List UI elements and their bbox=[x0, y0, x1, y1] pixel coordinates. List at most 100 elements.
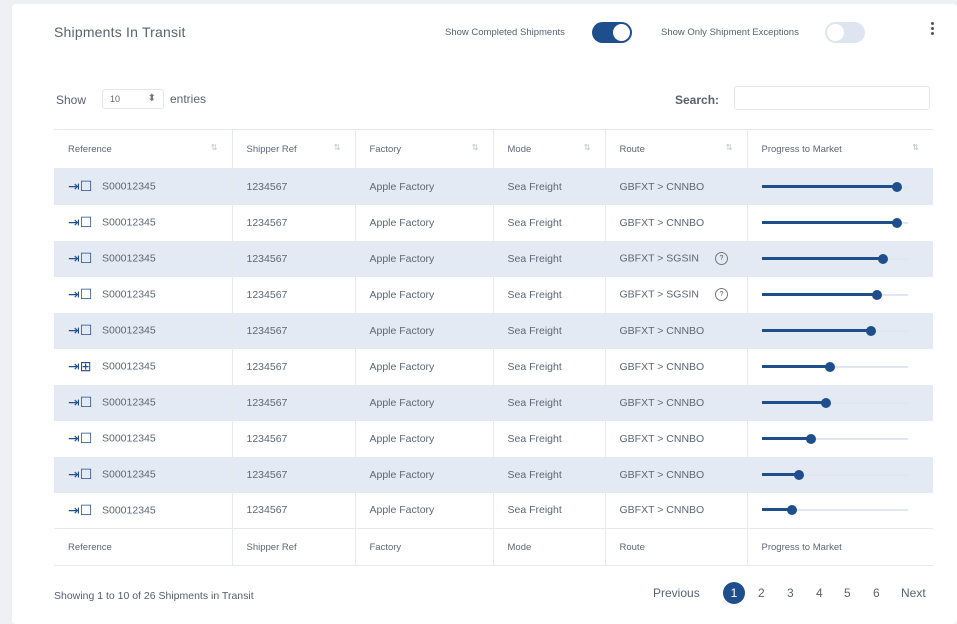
box-arrow-icon[interactable]: ⇥☐ bbox=[68, 466, 94, 483]
sort-icon: ⇅ bbox=[471, 143, 479, 152]
cell-shipper-ref: 1234567 bbox=[232, 204, 356, 241]
box-arrow-icon[interactable]: ⇥☐ bbox=[68, 178, 94, 195]
cell-mode: Sea Freight bbox=[493, 204, 606, 241]
page-title: Shipments In Transit bbox=[54, 24, 186, 40]
progress-fill bbox=[761, 436, 812, 440]
table-row[interactable]: ⇥☐ S00012345 1234567 Apple Factory Sea Freig… bbox=[54, 276, 933, 313]
cell-mode: Sea Freight bbox=[493, 456, 606, 493]
col-header-progress[interactable]: Progress to Market ⇅ bbox=[747, 129, 933, 169]
shipments-table: Reference ⇅ Shipper Ref ⇅ Factory ⇅ Mode ⇅ R… bbox=[54, 129, 933, 566]
col-header-reference[interactable]: Reference ⇅ bbox=[54, 129, 233, 169]
reference-text: S00012345 bbox=[102, 324, 156, 337]
footer-route: Route bbox=[605, 528, 748, 566]
cell-shipper-ref: 1234567 bbox=[232, 456, 356, 493]
cell-reference[interactable]: ⇥☐ S00012345 bbox=[54, 384, 233, 421]
route-text: GBFXT > CNNBO bbox=[619, 468, 705, 481]
question-icon[interactable]: ? bbox=[714, 252, 728, 265]
progress-marker bbox=[794, 469, 805, 480]
progress-bar bbox=[761, 505, 908, 516]
box-arrow-icon[interactable]: ⇥☐ bbox=[68, 250, 94, 267]
pagination-next[interactable]: Next bbox=[901, 586, 926, 600]
table-row[interactable]: ⇥☐ S00012345 1234567 Apple Factory Sea Freig… bbox=[54, 492, 933, 529]
sort-icon: ⇅ bbox=[210, 143, 218, 152]
cell-reference[interactable]: ⇥☐ S00012345 bbox=[54, 168, 233, 205]
table-row[interactable]: ⇥☐ S00012345 1234567 Apple Factory Sea Freig… bbox=[54, 384, 933, 421]
cell-reference[interactable]: ⇥☐ S00012345 bbox=[54, 204, 233, 241]
table-row[interactable]: ⇥☐ S00012345 1234567 Apple Factory Sea Freig… bbox=[54, 168, 933, 205]
reference-text: S00012345 bbox=[102, 252, 156, 265]
box-arrow-icon[interactable]: ⇥☐ bbox=[68, 502, 94, 519]
col-header-shipper-ref[interactable]: Shipper Ref ⇅ bbox=[232, 129, 356, 169]
progress-bar bbox=[761, 433, 908, 444]
col-header-route[interactable]: Route ⇅ bbox=[605, 129, 748, 169]
cell-reference[interactable]: ⇥☐ S00012345 bbox=[54, 492, 233, 529]
cell-reference[interactable]: ⇥☐ S00012345 bbox=[54, 240, 233, 277]
pagination-page-5[interactable]: 5 bbox=[844, 586, 851, 600]
pagination-page-1[interactable]: 1 bbox=[723, 582, 745, 604]
toggle-completed-switch[interactable] bbox=[592, 22, 632, 43]
cell-factory: Apple Factory bbox=[355, 384, 494, 421]
cell-reference[interactable]: ⇥☐ S00012345 bbox=[54, 312, 233, 349]
col-header-factory[interactable]: Factory ⇅ bbox=[355, 129, 494, 169]
question-icon[interactable]: ? bbox=[714, 288, 728, 301]
pagination-info: Showing 1 to 10 of 26 Shipments in Trans… bbox=[54, 590, 254, 602]
progress-bar bbox=[761, 397, 908, 408]
route-text: GBFXT > SGSIN bbox=[619, 288, 699, 301]
progress-bar bbox=[761, 325, 908, 336]
progress-fill bbox=[761, 400, 826, 404]
reference-text: S00012345 bbox=[102, 180, 156, 193]
route-text: GBFXT > CNNBO bbox=[619, 432, 705, 445]
cell-progress bbox=[747, 241, 933, 277]
cell-mode: Sea Freight bbox=[493, 168, 606, 205]
cell-progress bbox=[747, 385, 933, 421]
cell-shipper-ref: 1234567 bbox=[232, 348, 356, 385]
box-arrow-icon[interactable]: ⇥☐ bbox=[68, 322, 94, 339]
progress-marker bbox=[892, 217, 903, 228]
pagination-page-3[interactable]: 3 bbox=[787, 586, 794, 600]
footer-shipper-ref: Shipper Ref bbox=[232, 528, 356, 566]
cell-reference[interactable]: ⇥☐ S00012345 bbox=[54, 276, 233, 313]
header-row: Reference ⇅ Shipper Ref ⇅ Factory ⇅ Mode ⇅ R… bbox=[54, 129, 933, 169]
table-row[interactable]: ⇥☐ S00012345 1234567 Apple Factory Sea Freig… bbox=[54, 420, 933, 457]
cell-shipper-ref: 1234567 bbox=[232, 312, 356, 349]
reference-text: S00012345 bbox=[102, 360, 156, 373]
cell-reference[interactable]: ⇥☐ S00012345 bbox=[54, 420, 233, 457]
box-arrow-icon[interactable]: ⇥☐ bbox=[68, 286, 94, 303]
cell-reference[interactable]: ⇥⊞ S00012345 bbox=[54, 348, 233, 385]
cell-factory: Apple Factory bbox=[355, 312, 494, 349]
route-text: GBFXT > CNNBO bbox=[619, 324, 705, 337]
table-row[interactable]: ⇥☐ S00012345 1234567 Apple Factory Sea Freig… bbox=[54, 240, 933, 277]
col-header-mode[interactable]: Mode ⇅ bbox=[493, 129, 606, 169]
table-row[interactable]: ⇥☐ S00012345 1234567 Apple Factory Sea Freig… bbox=[54, 204, 933, 241]
grid-arrow-icon[interactable]: ⇥⊞ bbox=[68, 358, 94, 375]
cell-route: GBFXT > CNNBO bbox=[605, 492, 748, 529]
progress-marker bbox=[866, 325, 876, 336]
box-arrow-icon[interactable]: ⇥☐ bbox=[68, 214, 94, 231]
progress-fill bbox=[761, 220, 898, 224]
cell-mode: Sea Freight bbox=[493, 348, 606, 385]
progress-marker bbox=[806, 433, 817, 444]
table-row[interactable]: ⇥☐ S00012345 1234567 Apple Factory Sea Freig… bbox=[54, 456, 933, 493]
progress-bar bbox=[761, 253, 908, 264]
cell-shipper-ref: 1234567 bbox=[232, 420, 356, 457]
box-arrow-icon[interactable]: ⇥☐ bbox=[68, 430, 94, 447]
pagination-page-6[interactable]: 6 bbox=[873, 586, 880, 600]
progress-bar bbox=[761, 181, 908, 192]
pagination-previous[interactable]: Previous bbox=[653, 586, 700, 600]
box-arrow-icon[interactable]: ⇥☐ bbox=[68, 394, 94, 411]
entries-select[interactable]: 10 ⬍ bbox=[102, 89, 164, 109]
cell-progress bbox=[747, 205, 933, 241]
footer-row: Reference Shipper Ref Factory Mode Route… bbox=[54, 528, 933, 566]
table-row[interactable]: ⇥⊞ S00012345 1234567 Apple Factory Sea Freig… bbox=[54, 348, 933, 385]
kebab-menu-icon[interactable] bbox=[929, 22, 935, 40]
toggle-exceptions-switch[interactable] bbox=[825, 22, 865, 43]
cell-factory: Apple Factory bbox=[355, 168, 494, 205]
table-row[interactable]: ⇥☐ S00012345 1234567 Apple Factory Sea Freig… bbox=[54, 312, 933, 349]
search-input[interactable] bbox=[734, 86, 930, 110]
progress-marker bbox=[877, 253, 888, 264]
progress-marker bbox=[787, 505, 798, 516]
cell-reference[interactable]: ⇥☐ S00012345 bbox=[54, 456, 233, 493]
pagination-page-2[interactable]: 2 bbox=[758, 586, 765, 600]
cell-route: GBFXT > SGSIN? bbox=[605, 276, 748, 313]
pagination-page-4[interactable]: 4 bbox=[816, 586, 823, 600]
